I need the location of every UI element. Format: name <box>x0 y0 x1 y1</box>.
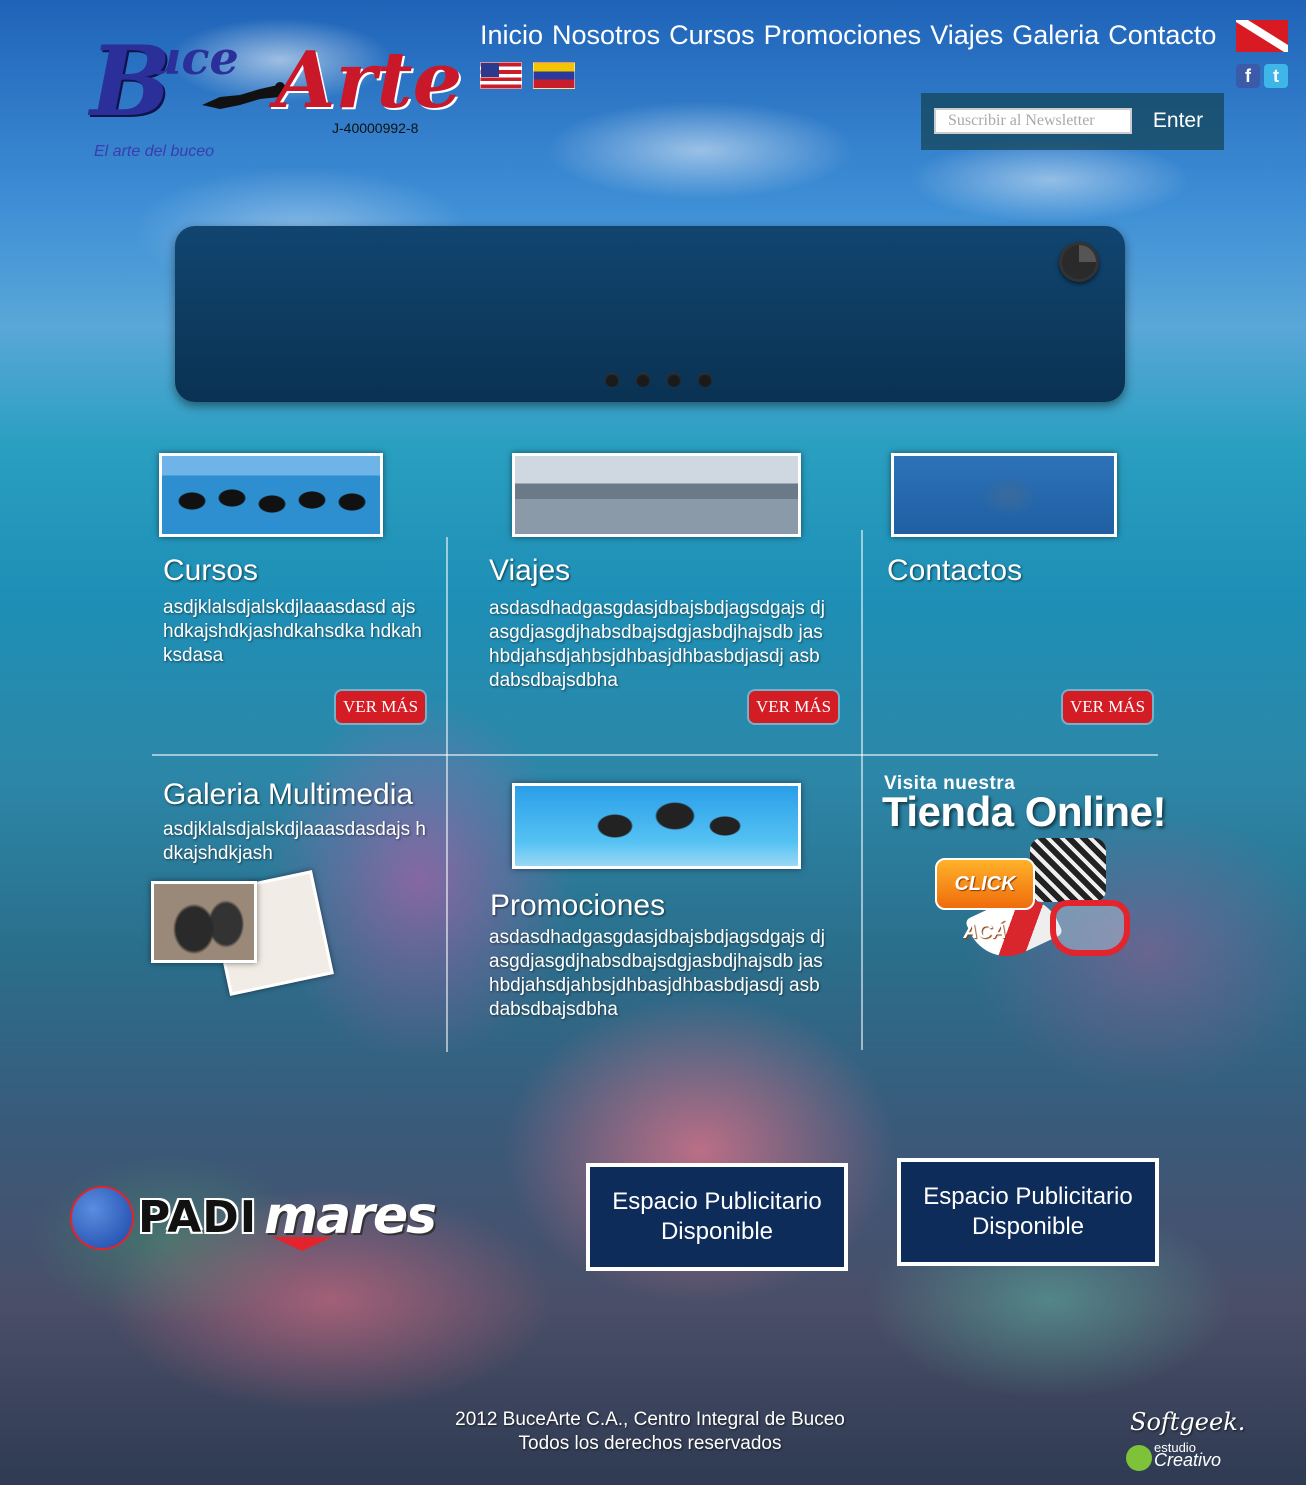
padi-globe-icon <box>70 1186 134 1250</box>
image-slider <box>175 226 1125 402</box>
cursos-ver-mas-button[interactable]: VER MÁS <box>336 691 425 723</box>
promociones-thumbnail[interactable] <box>512 783 801 869</box>
cursos-text: asdjklalsdjalskdjlaaasdasd ajshdkajshdkj… <box>163 597 422 666</box>
creativo-label: Creativo <box>1154 1450 1222 1470</box>
tienda-online-heading[interactable]: Tienda Online! <box>882 788 1166 836</box>
nav-promociones[interactable]: Promociones <box>764 20 922 51</box>
tienda-click-aca-button[interactable]: CLICK ACÁ <box>935 858 1035 943</box>
venezuela-flag-icon[interactable] <box>533 62 575 89</box>
logo-tagline: El arte del buceo <box>94 143 215 160</box>
viajes-ver-mas-button[interactable]: VER MÁS <box>749 691 838 723</box>
contactos-ver-mas-button[interactable]: VER MÁS <box>1063 691 1152 723</box>
viajes-thumbnail[interactable] <box>512 453 801 537</box>
twitter-icon[interactable]: t <box>1264 64 1288 88</box>
logo-arte: Arte <box>275 35 463 126</box>
contactos-thumbnail[interactable] <box>891 453 1117 537</box>
footer-copyright: 2012 BuceArte C.A., Centro Integral de B… <box>455 1409 845 1430</box>
main-nav: Inicio Nosotros Cursos Promociones Viaje… <box>480 20 1216 51</box>
footer: 2012 BuceArte C.A., Centro Integral de B… <box>380 1408 920 1456</box>
us-flag-icon[interactable] <box>480 62 522 89</box>
galeria-title: Galeria Multimedia <box>163 778 414 811</box>
cursos-title: Cursos <box>163 554 259 587</box>
newsletter-input[interactable] <box>934 108 1132 134</box>
facebook-icon[interactable]: f <box>1236 64 1260 88</box>
divider-vertical <box>861 530 863 1050</box>
logo-rif: J-40000992-8 <box>332 120 419 136</box>
viajes-title: Viajes <box>489 554 571 587</box>
padi-logo[interactable]: PADI <box>138 1192 257 1243</box>
cursos-thumbnail[interactable] <box>159 453 383 537</box>
slider-dot[interactable] <box>636 373 650 387</box>
footer-rights: Todos los derechos reservados <box>518 1433 782 1454</box>
slider-dot[interactable] <box>698 373 712 387</box>
mares-arrow-icon <box>272 1237 332 1251</box>
viajes-text: asdasdhadgasgdasjdbajsbdjagsdgajs djasgd… <box>489 598 825 691</box>
galeria-thumbnail[interactable] <box>151 881 257 963</box>
newsletter-enter-button[interactable]: Enter <box>1143 106 1213 136</box>
nav-cursos[interactable]: Cursos <box>669 20 755 51</box>
softgeek-credit[interactable]: Softgeek. <box>1130 1408 1245 1436</box>
newsletter-box: Enter <box>921 93 1224 150</box>
nav-galeria[interactable]: Galeria <box>1012 20 1099 51</box>
promociones-title: Promociones <box>490 889 666 922</box>
divider-horizontal <box>152 754 1158 756</box>
nav-nosotros[interactable]: Nosotros <box>552 20 660 51</box>
contactos-title: Contactos <box>887 554 1023 587</box>
ad-space-1[interactable]: Espacio Publicitario Disponible <box>586 1163 848 1271</box>
divider-vertical <box>446 537 448 1052</box>
nav-contacto[interactable]: Contacto <box>1108 20 1216 51</box>
slider-dots <box>605 373 712 387</box>
buceoarte-logo[interactable]: B uce Arte J-40000992-8 El arte del buce… <box>90 25 462 165</box>
slider-timer-icon <box>1059 242 1099 282</box>
galeria-text: asdjklalsdjalskdjlaaasdasdajs hdkajshdkj… <box>163 819 426 864</box>
slider-dot[interactable] <box>667 373 681 387</box>
estudio-creativo-credit[interactable]: estudio Creativo <box>1154 1441 1222 1470</box>
dive-flag-icon <box>1236 20 1288 52</box>
nav-inicio[interactable]: Inicio <box>480 20 543 51</box>
dive-mask-icon <box>1050 900 1130 956</box>
dive-bag-icon <box>1030 838 1106 902</box>
slider-dot[interactable] <box>605 373 619 387</box>
estudio-creativo-icon <box>1126 1445 1152 1471</box>
promociones-text: asdasdhadgasgdasjdbajsbdjagsdgajs djasgd… <box>489 927 825 1020</box>
nav-viajes[interactable]: Viajes <box>930 20 1003 51</box>
ad-space-2[interactable]: Espacio Publicitario Disponible <box>897 1158 1159 1266</box>
